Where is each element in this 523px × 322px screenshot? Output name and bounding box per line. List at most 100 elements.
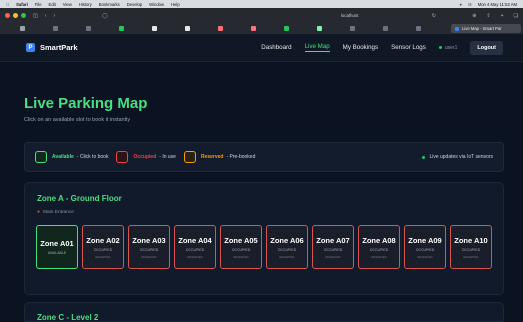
browser-tab[interactable] [237, 24, 270, 33]
slot-name: Zone A08 [362, 235, 396, 245]
live-updates-text: Live updates via IoT sensors [429, 154, 493, 160]
tab-favicon-icon [317, 26, 322, 31]
menu-app-name[interactable]: Safari [16, 2, 28, 7]
nav-live-map[interactable]: Live Map [304, 43, 330, 52]
menu-edit[interactable]: Edit [49, 2, 56, 7]
slot-status: OCCUPIED [139, 247, 159, 252]
wifi-icon[interactable]: ⌖ [460, 2, 462, 7]
slot-substatus: RESERVED [279, 254, 295, 259]
menu-bookmarks[interactable]: Bookmarks [99, 2, 120, 7]
address-bar[interactable]: localhost [275, 13, 425, 18]
browser-tab[interactable] [303, 24, 336, 33]
parking-slot[interactable]: Zone A03 OCCUPIED RESERVED [128, 225, 170, 269]
reserved-swatch [183, 151, 196, 163]
nav-my-bookings[interactable]: My Bookings [343, 44, 378, 51]
legend-available-label: Available [52, 154, 74, 160]
apple-icon[interactable]:  [6, 2, 9, 7]
nav-sensor-logs[interactable]: Sensor Logs [391, 44, 426, 51]
menu-help[interactable]: Help [171, 2, 180, 7]
new-tab-icon[interactable]: + [501, 13, 504, 19]
slot-status: OCCUPIED [277, 247, 297, 252]
slot-substatus: RESERVED [233, 254, 249, 259]
zone-a-title: Zone A - Ground Floor [37, 194, 122, 203]
browser-tab[interactable] [171, 24, 204, 33]
zone-a-card: Zone A - Ground Floor ● Main Entrance Zo… [24, 182, 504, 295]
parking-slot[interactable]: Zone A09 OCCUPIED RESERVED [404, 225, 446, 269]
zoom-window-button[interactable] [21, 13, 26, 18]
back-icon[interactable]: ‹ [45, 13, 47, 19]
browser-tab[interactable] [336, 24, 369, 33]
parking-logo-icon: P [26, 43, 35, 52]
tab-overview-icon[interactable]: ❏ [514, 13, 518, 19]
menu-file[interactable]: File [35, 2, 42, 7]
legend-available-desc: - Click to book [76, 154, 109, 160]
available-swatch [35, 151, 47, 163]
menu-view[interactable]: View [63, 2, 72, 7]
download-icon[interactable]: ⊕ [472, 13, 476, 19]
zone-a-location: ● Main Entrance [37, 209, 74, 215]
parking-slot[interactable]: Zone A01 AVAILABLE [36, 225, 78, 269]
slot-status: OCCUPIED [461, 247, 481, 252]
tab-favicon-icon [383, 26, 388, 31]
close-window-button[interactable] [5, 13, 10, 18]
occupied-swatch [116, 151, 129, 163]
main-nav: Dashboard Live Map My Bookings Sensor Lo… [261, 40, 503, 55]
app-header: P SmartPark Dashboard Live Map My Bookin… [0, 34, 523, 62]
parking-slot[interactable]: Zone A05 OCCUPIED RESERVED [220, 225, 262, 269]
tab-favicon-icon [119, 26, 124, 31]
zone-c-card: Zone C - Level 2 [24, 302, 504, 322]
page-title: Live Parking Map [24, 95, 148, 112]
browser-tab[interactable] [369, 24, 402, 33]
browser-chrome: ◫ ‹ › ◯ localhost ↻ ⊕ ⇧ + ❏ Live Map - S… [0, 8, 523, 34]
slot-name: Zone A04 [178, 235, 212, 245]
slot-substatus: RESERVED [463, 254, 479, 259]
browser-tab[interactable] [270, 24, 303, 33]
parking-slot[interactable]: Zone A04 OCCUPIED RESERVED [174, 225, 216, 269]
tab-favicon-icon [416, 26, 421, 31]
menu-history[interactable]: History [79, 2, 92, 7]
parking-slot[interactable]: Zone A08 OCCUPIED RESERVED [358, 225, 400, 269]
tab-favicon-icon [185, 26, 190, 31]
nav-dashboard[interactable]: Dashboard [261, 44, 291, 51]
browser-tab[interactable] [72, 24, 105, 33]
menu-window[interactable]: Window [149, 2, 164, 7]
browser-tab[interactable] [105, 24, 138, 33]
legend-available: Available - Click to book [35, 151, 108, 163]
parking-slot[interactable]: Zone A07 OCCUPIED RESERVED [312, 225, 354, 269]
logout-button[interactable]: Logout [470, 40, 503, 55]
browser-tab[interactable] [138, 24, 171, 33]
browser-toolbar: ◫ ‹ › ◯ localhost ↻ ⊕ ⇧ + ❏ [0, 8, 523, 23]
parking-slot[interactable]: Zone A10 OCCUPIED RESERVED [450, 225, 492, 269]
slot-status: AVAILABLE [47, 251, 67, 255]
browser-tab[interactable] [402, 24, 435, 33]
menu-develop[interactable]: Develop [127, 2, 142, 7]
slot-substatus: RESERVED [325, 254, 341, 259]
browser-tab[interactable] [39, 24, 72, 33]
shield-icon[interactable]: ◯ [102, 13, 108, 19]
parking-slot[interactable]: Zone A02 OCCUPIED RESERVED [82, 225, 124, 269]
tab-favicon-icon [284, 26, 289, 31]
tab-live-map[interactable]: Live Map - Smart Par [451, 24, 521, 33]
menu-datetime[interactable]: Mon 4 May 11:52 AM [478, 2, 517, 7]
reload-icon[interactable]: ↻ [432, 13, 436, 19]
zone-a-slots: Zone A01 AVAILABLE Zone A02 OCCUPIED RESERVE… [36, 225, 492, 269]
slot-name: Zone A01 [40, 239, 74, 248]
slot-name: Zone A09 [408, 235, 442, 245]
share-icon[interactable]: ⇧ [486, 13, 490, 19]
tab-favicon-icon [86, 26, 91, 31]
slot-name: Zone A03 [132, 235, 166, 245]
browser-tab[interactable] [6, 24, 39, 33]
slot-substatus: RESERVED [141, 254, 157, 259]
slot-status: OCCUPIED [231, 247, 251, 252]
minimize-window-button[interactable] [13, 13, 18, 18]
sidebar-toggle-icon[interactable]: ◫ [33, 13, 38, 19]
legend-reserved-label: Reserved [200, 154, 224, 160]
tab-title: Live Map - Smart Par [462, 26, 502, 31]
slot-status: OCCUPIED [185, 247, 205, 252]
parking-slot[interactable]: Zone A06 OCCUPIED RESERVED [266, 225, 308, 269]
browser-tab[interactable] [204, 24, 237, 33]
forward-icon[interactable]: › [53, 13, 55, 19]
status-legend: Available - Click to book Occupied - In … [24, 142, 504, 172]
brand[interactable]: P SmartPark [26, 43, 78, 52]
control-center-icon[interactable]: ☷ [468, 2, 472, 7]
